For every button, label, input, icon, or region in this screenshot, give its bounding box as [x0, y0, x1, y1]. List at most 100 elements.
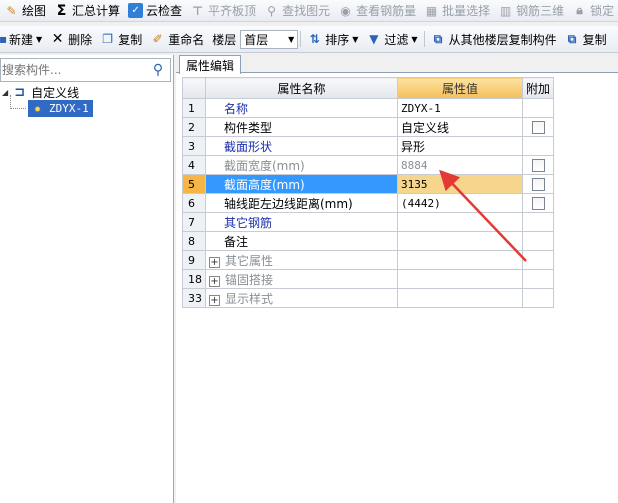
- property-value[interactable]: (4442): [397, 193, 523, 213]
- rebar-3d-button[interactable]: ▥ 钢筋三维: [494, 0, 568, 21]
- table-row[interactable]: 33 + 显示样式: [182, 288, 555, 308]
- cloud-check-button[interactable]: ✓ 云检查: [124, 0, 186, 21]
- table-row[interactable]: 2 构件类型 自定义线: [182, 117, 555, 137]
- table-row[interactable]: 6 轴线距左边线距离(mm) (4442): [182, 193, 555, 213]
- cloud-check-icon: ✓: [128, 3, 144, 18]
- property-value[interactable]: [397, 250, 523, 270]
- property-name-label: 备注: [224, 234, 249, 249]
- property-name: 其它钢筋: [205, 212, 398, 232]
- batch-select-button[interactable]: ▦ 批量选择: [420, 0, 494, 21]
- sort-button[interactable]: ⇅ 排序 ▼: [303, 26, 362, 52]
- row-number: 5: [182, 174, 206, 194]
- table-row[interactable]: 8 备注: [182, 231, 555, 251]
- extra-cell: [521, 155, 555, 175]
- property-value[interactable]: 异形: [397, 136, 523, 156]
- property-value[interactable]: ZDYX-1: [397, 98, 523, 118]
- delete-icon: ✕: [51, 31, 64, 47]
- rename-button[interactable]: ✐ 重命名: [146, 26, 208, 52]
- delete-button[interactable]: ✕ 删除: [46, 26, 96, 52]
- view-rebar-button[interactable]: ◉ 查看钢筋量: [334, 0, 420, 21]
- property-name-label: 截面宽度(mm): [224, 158, 305, 173]
- binoculars-icon: ⚲: [267, 3, 276, 18]
- sort-icon: ⇅: [309, 32, 320, 46]
- extra-cell: [521, 117, 555, 137]
- property-name-label: 截面高度(mm): [224, 177, 305, 192]
- new-button[interactable]: ▪ 新建 ▼: [0, 26, 46, 52]
- property-name: + 显示样式: [205, 288, 398, 308]
- tree-root-node[interactable]: ◢ ⊐ 自定义线: [2, 84, 79, 101]
- draw-button[interactable]: ✎ 绘图: [0, 0, 50, 21]
- custom-line-icon: ⊐: [14, 85, 26, 100]
- property-table: 属性名称 属性值 附加 1 名称 ZDYX-1 2 构件类型 自定义线 3 截面形状 异形 4 截面…: [182, 77, 555, 308]
- search-icon[interactable]: ⚲: [148, 61, 168, 79]
- layer-label: 楼层: [212, 32, 237, 47]
- sigma-icon: Σ: [56, 2, 67, 19]
- extra-checkbox[interactable]: [531, 121, 545, 134]
- main-toolbar: ✎ 绘图 Σ 汇总计算 ✓ 云检查 ⊤ 平齐板顶 ⚲ 查找图元 ◉ 查看钢筋量 …: [0, 0, 618, 22]
- tab-property-edit[interactable]: 属性编辑: [179, 55, 242, 74]
- table-row[interactable]: 7 其它钢筋: [182, 212, 555, 232]
- copy-from-layer-button[interactable]: ⧉ 从其他楼层复制构件: [427, 26, 561, 52]
- property-name: 备注: [205, 231, 398, 251]
- tree-connector: [10, 95, 11, 109]
- tree-item-zdyx-1[interactable]: ✹ ZDYX-1: [28, 100, 93, 117]
- table-row[interactable]: 1 名称 ZDYX-1: [182, 98, 555, 118]
- property-panel: 属性编辑 属性名称 属性值 附加 1 名称 ZDYX-1 2 构件类型 自定义线 3 截面形状…: [176, 55, 618, 503]
- expand-icon[interactable]: +: [209, 256, 220, 268]
- property-value[interactable]: [397, 212, 523, 232]
- extra-cell: [521, 231, 555, 251]
- property-name-label: 其它属性: [225, 253, 274, 268]
- calculate-button[interactable]: Σ 汇总计算: [50, 0, 124, 21]
- property-name: 截面宽度(mm): [205, 155, 398, 175]
- property-name: 截面形状: [205, 136, 398, 156]
- expand-icon[interactable]: +: [209, 275, 220, 287]
- find-element-button[interactable]: ⚲ 查找图元: [260, 0, 334, 21]
- tree-connector: [10, 108, 26, 109]
- row-number: 3: [182, 136, 206, 156]
- table-row[interactable]: 4 截面宽度(mm) 8884: [182, 155, 555, 175]
- property-name-label: 其它钢筋: [224, 215, 273, 230]
- row-number: 9: [182, 250, 206, 270]
- property-value[interactable]: [397, 231, 523, 251]
- extra-cell: [521, 288, 555, 308]
- chevron-down-icon: ▼: [36, 34, 43, 44]
- property-value[interactable]: 3135: [397, 174, 523, 194]
- property-name-label: 轴线距左边线距离(mm): [224, 196, 353, 211]
- property-name: 构件类型: [205, 117, 398, 137]
- table-header-row: 属性名称 属性值 附加: [182, 77, 555, 99]
- component-tree-panel: ⚲ ◢ ⊐ 自定义线 ✹ ZDYX-1: [0, 55, 174, 503]
- layer-select[interactable]: 首层 ▼: [240, 29, 299, 49]
- tab-strip: 属性编辑: [176, 55, 618, 74]
- property-name-label: 截面形状: [224, 139, 273, 154]
- pencil-icon: ✎: [6, 3, 17, 18]
- extra-cell: [521, 136, 555, 156]
- property-value[interactable]: [397, 288, 523, 308]
- grid-select-icon: ▦: [425, 3, 438, 18]
- property-value[interactable]: [397, 269, 523, 289]
- property-rows: 1 名称 ZDYX-1 2 构件类型 自定义线 3 截面形状 异形 4 截面宽度(mm) 8884 5 截…: [182, 98, 555, 308]
- table-row[interactable]: 3 截面形状 异形: [182, 136, 555, 156]
- search-input[interactable]: [1, 60, 145, 80]
- extra-cell: [521, 250, 555, 270]
- chevron-down-icon: ▼: [411, 34, 418, 44]
- table-row[interactable]: 5 截面高度(mm) 3135: [182, 174, 555, 194]
- extra-checkbox[interactable]: [531, 159, 545, 172]
- lock-button[interactable]: 🔒︎ 锁定: [568, 0, 618, 21]
- align-top-button[interactable]: ⊤ 平齐板顶: [186, 0, 260, 21]
- property-name: + 其它属性: [205, 250, 398, 270]
- extra-checkbox[interactable]: [531, 178, 545, 191]
- component-toolbar: ▪ 新建 ▼ ✕ 删除 ❐ 复制 ✐ 重命名 楼层 首层 ▼ ⇅ 排序 ▼ ▼ …: [0, 26, 618, 53]
- filter-button[interactable]: ▼ 过滤 ▼: [362, 26, 421, 52]
- property-value[interactable]: 8884: [397, 155, 523, 175]
- copy-button[interactable]: ❐ 复制: [96, 26, 146, 52]
- row-number: 33: [182, 288, 206, 308]
- extra-checkbox[interactable]: [531, 197, 545, 210]
- copy-icon: ❐: [102, 32, 114, 46]
- property-name: + 锚固搭接: [205, 269, 398, 289]
- copy-to-button[interactable]: ⧉ 复制: [561, 26, 611, 52]
- table-row[interactable]: 18 + 锚固搭接: [182, 269, 555, 289]
- expand-icon[interactable]: +: [209, 294, 220, 306]
- property-value[interactable]: 自定义线: [397, 117, 523, 137]
- collapse-icon[interactable]: ◢: [2, 88, 8, 97]
- table-row[interactable]: 9 + 其它属性: [182, 250, 555, 270]
